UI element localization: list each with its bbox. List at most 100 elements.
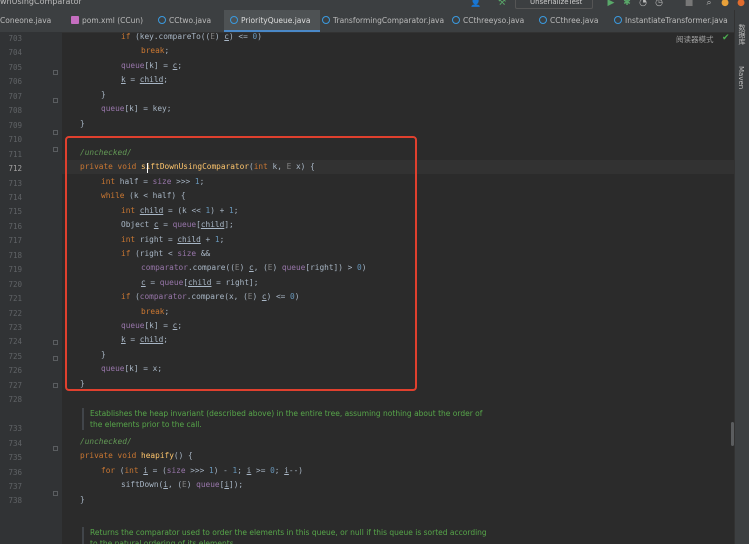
- line-number: 734: [8, 438, 22, 448]
- hammer-icon[interactable]: ⚒: [497, 0, 507, 8]
- code-line: private void heapify() {: [80, 451, 193, 460]
- tab-ccthreeyso[interactable]: CCthreeyso.java: [452, 10, 524, 32]
- code-line: queue[k] = key;: [101, 104, 172, 113]
- scrollbar-thumb[interactable]: [731, 422, 734, 446]
- line-number: 709: [8, 120, 22, 130]
- line-number: 725: [8, 351, 22, 361]
- code-line: for (int i = (size >>> 1) - 1; i >= 0; i…: [101, 466, 303, 475]
- code-line: /unchecked/: [80, 437, 132, 446]
- run-icon[interactable]: ▶: [606, 0, 616, 8]
- tab-label: CCtwo.java: [169, 16, 212, 25]
- line-number: 738: [8, 496, 22, 506]
- line-number: 716: [8, 221, 22, 231]
- line-number: 710: [8, 135, 22, 145]
- tab-instantiatetransformer[interactable]: InstantiateTransformer.java: [614, 10, 728, 32]
- right-tool-strip: 数据库 Maven: [734, 10, 749, 544]
- editor-tabs: Coneone.java pom.xml (CCun) CCtwo.java P…: [0, 10, 735, 33]
- debug-icon[interactable]: ✱: [622, 0, 632, 8]
- database-tool-tab[interactable]: 数据库: [737, 24, 747, 45]
- line-number: 705: [8, 62, 22, 72]
- code-line: }: [101, 90, 106, 99]
- check-icon: ✔: [722, 33, 730, 43]
- fold-marker[interactable]: [53, 130, 58, 135]
- line-number: 711: [8, 149, 22, 159]
- line-number: 721: [8, 294, 22, 304]
- line-number: 704: [8, 48, 22, 58]
- update-icon[interactable]: ●: [720, 0, 730, 8]
- tab-label: pom.xml (CCun): [82, 16, 144, 25]
- line-number: 703: [8, 34, 22, 43]
- line-number: 724: [8, 337, 22, 347]
- title-bar: wnUsingComparator 👤 ⚒ UnserializeTest ▶ …: [0, 0, 749, 10]
- javadoc-heapify: Establishes the heap invariant (describe…: [82, 408, 488, 430]
- run-configuration-select[interactable]: UnserializeTest: [515, 0, 593, 9]
- line-number: 714: [8, 192, 22, 202]
- code-line: }: [80, 119, 85, 128]
- line-number: 712: [8, 164, 22, 174]
- tab-label: CCthree.java: [550, 16, 599, 25]
- code-line: }: [80, 495, 85, 504]
- line-number: 727: [8, 380, 22, 390]
- code-line: k = child;: [121, 75, 168, 84]
- maven-tool-tab[interactable]: Maven: [737, 66, 745, 89]
- tab-coneone[interactable]: Coneone.java: [0, 10, 51, 32]
- tab-label: PriorityQueue.java: [241, 16, 311, 25]
- tab-ccthree[interactable]: CCthree.java: [539, 10, 598, 32]
- maven-icon: [71, 16, 79, 24]
- user-icon[interactable]: 👤: [470, 0, 481, 8]
- fold-marker[interactable]: [53, 70, 58, 75]
- line-number: 733: [8, 424, 22, 434]
- javadoc-comparator: Returns the comparator used to order the…: [82, 527, 488, 544]
- fold-marker[interactable]: [53, 356, 58, 361]
- fold-marker[interactable]: [53, 98, 58, 103]
- line-number: 723: [8, 323, 22, 332]
- line-number: 718: [8, 250, 22, 260]
- tab-priorityqueue[interactable]: PriorityQueue.java: [224, 10, 321, 32]
- code-line: queue[k] = c;: [121, 61, 183, 70]
- line-number: 736: [8, 467, 22, 477]
- class-icon: [539, 16, 547, 24]
- tab-label: Coneone.java: [0, 16, 52, 25]
- window-title: wnUsingComparator: [0, 0, 82, 6]
- coverage-icon[interactable]: ◔: [638, 0, 648, 8]
- fold-marker[interactable]: [53, 446, 58, 451]
- class-icon: [452, 16, 460, 24]
- line-number: 720: [8, 279, 22, 289]
- line-number: 708: [8, 106, 22, 116]
- line-number: 719: [8, 265, 22, 275]
- fold-marker[interactable]: [53, 340, 58, 345]
- tab-cctwo[interactable]: CCtwo.java: [158, 10, 211, 32]
- profile-icon[interactable]: ◷: [654, 0, 664, 8]
- tab-label: TransformingComparator.java: [333, 16, 445, 25]
- line-number-gutter: 703 704 705 706 707 708 709 710 711 712 713 714 715 7…: [0, 32, 62, 544]
- class-icon: [322, 16, 330, 24]
- fold-marker[interactable]: [53, 491, 58, 496]
- line-number: 713: [8, 178, 22, 188]
- class-icon: [158, 16, 166, 24]
- line-number: 717: [8, 236, 22, 246]
- code-line: break;: [141, 46, 170, 55]
- line-number: 715: [8, 207, 22, 217]
- ide-logo-icon[interactable]: ●: [736, 0, 746, 8]
- line-number: 735: [8, 453, 22, 463]
- fold-marker[interactable]: [53, 147, 58, 152]
- code-line: if (key.compareTo((E) c) <= 0): [121, 32, 262, 41]
- tab-label: CCthreeyso.java: [463, 16, 525, 25]
- highlight-box: [65, 136, 417, 391]
- fold-marker[interactable]: [53, 383, 58, 388]
- class-icon: [614, 16, 622, 24]
- line-number: 706: [8, 77, 22, 87]
- line-number: 728: [8, 395, 22, 405]
- tab-label: InstantiateTransformer.java: [625, 16, 728, 25]
- tab-pom[interactable]: pom.xml (CCun): [71, 10, 143, 32]
- tab-transformingcomparator[interactable]: TransformingComparator.java: [322, 10, 444, 32]
- line-number: 707: [8, 91, 22, 101]
- reader-mode-toggle[interactable]: 阅读器模式: [676, 34, 714, 45]
- line-number: 737: [8, 481, 22, 491]
- line-number: 722: [8, 308, 22, 318]
- stop-icon[interactable]: ■: [684, 0, 694, 8]
- class-icon: [230, 16, 238, 24]
- search-icon[interactable]: ⌕: [704, 0, 714, 8]
- code-line: siftDown(i, (E) queue[i]);: [121, 480, 244, 489]
- line-number: 726: [8, 366, 22, 376]
